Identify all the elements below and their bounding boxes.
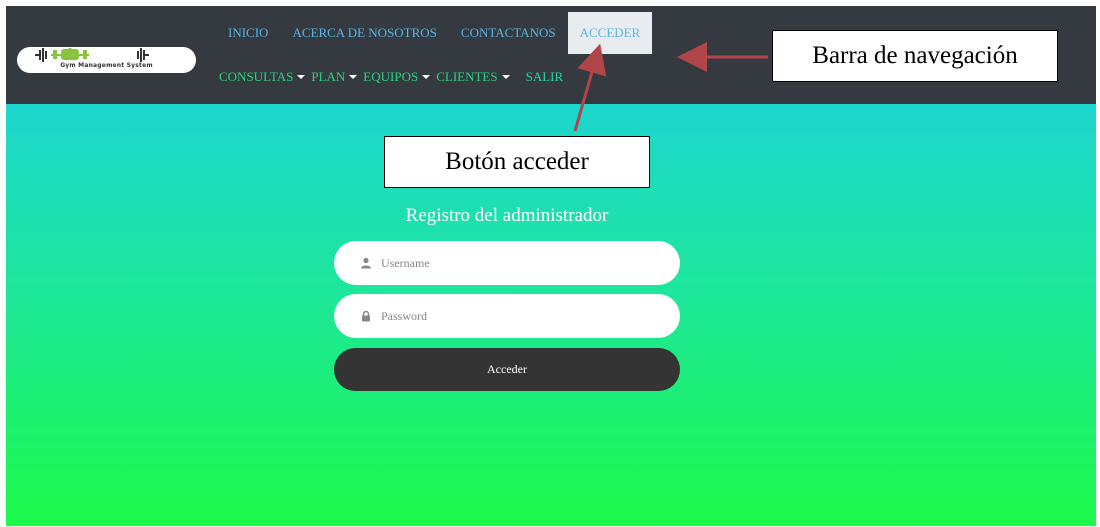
dumbbell-logo-icon <box>35 48 149 62</box>
username-field[interactable] <box>334 241 680 285</box>
nav-link-contactanos[interactable]: CONTACTANOS <box>449 12 568 54</box>
login-title: Registro del administrador <box>405 205 609 226</box>
logo-text: Gym Management System <box>60 62 153 69</box>
password-input[interactable] <box>381 308 641 324</box>
screenshot-frame: Gym Management System INICIO ACERCA DE N… <box>6 6 1096 526</box>
navbar-callout: Barra de navegación <box>772 30 1058 82</box>
caret-down-icon <box>349 75 358 79</box>
lock-icon <box>360 310 372 322</box>
dropdown-consultas-label: CONSULTAS <box>219 69 294 84</box>
dropdown-equipos[interactable]: EQUIPOS <box>363 69 431 85</box>
dropdown-clientes[interactable]: CLIENTES <box>436 69 510 85</box>
caret-down-icon <box>422 75 431 79</box>
dropdown-plan-label: PLAN <box>311 69 346 84</box>
nav-link-inicio[interactable]: INICIO <box>216 12 280 54</box>
dropdown-clientes-label: CLIENTES <box>436 69 498 84</box>
nav-link-acerca[interactable]: ACERCA DE NOSOTROS <box>280 12 448 54</box>
secondary-nav: CONSULTAS PLAN EQUIPOS CLIENTES SALIR <box>219 67 569 87</box>
brand-logo[interactable]: Gym Management System <box>17 47 196 73</box>
caret-down-icon <box>297 75 306 79</box>
nav-link-acceder[interactable]: ACCEDER <box>567 12 653 54</box>
button-callout: Botón acceder <box>384 136 650 188</box>
logout-link[interactable]: SALIR <box>526 69 564 85</box>
user-icon <box>360 257 372 269</box>
caret-down-icon <box>501 75 510 79</box>
primary-nav: INICIO ACERCA DE NOSOTROS CONTACTANOS AC… <box>216 12 653 54</box>
dropdown-consultas[interactable]: CONSULTAS <box>219 69 306 85</box>
username-input[interactable] <box>381 255 641 271</box>
dropdown-equipos-label: EQUIPOS <box>363 69 419 84</box>
dropdown-plan[interactable]: PLAN <box>311 69 358 85</box>
acceder-button[interactable]: Acceder <box>334 348 680 391</box>
password-field[interactable] <box>334 294 680 338</box>
